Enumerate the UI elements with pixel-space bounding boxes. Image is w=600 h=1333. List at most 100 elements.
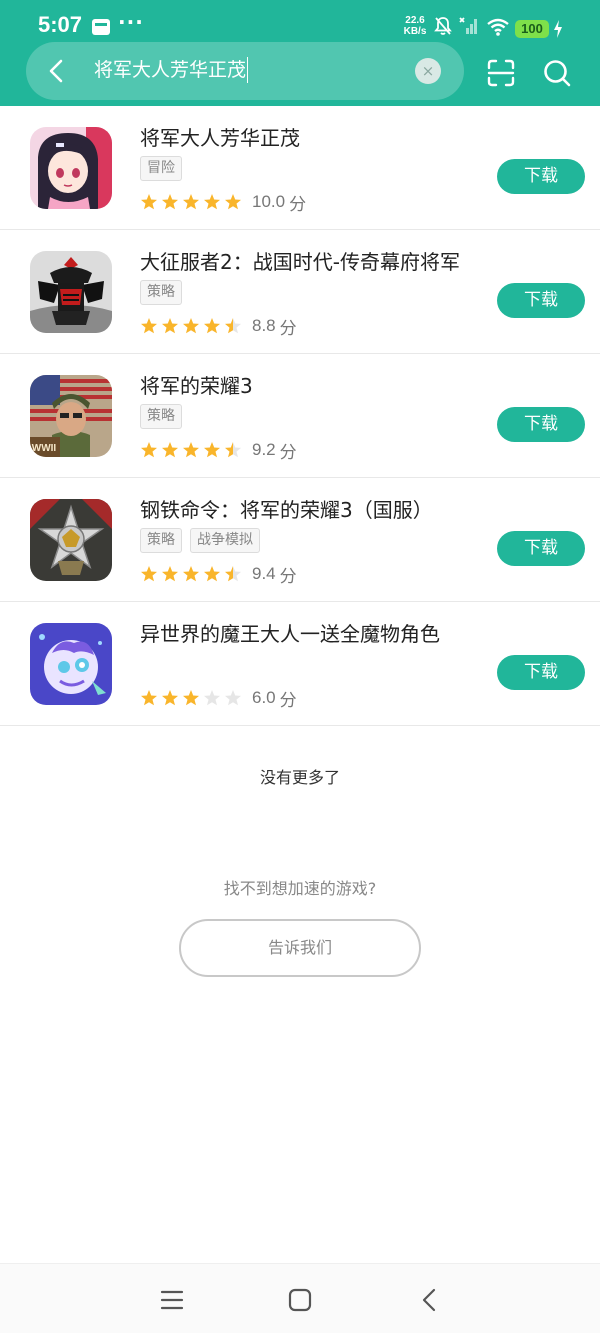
- star-full-icon: [204, 566, 220, 582]
- signal-icon: [459, 17, 477, 34]
- game-tag: 策略: [140, 528, 182, 553]
- star-rating: [140, 317, 242, 335]
- not-found-prompt: 找不到想加速的游戏?: [223, 879, 377, 898]
- game-tag: 策略: [140, 404, 182, 429]
- star-half-icon: [225, 566, 241, 582]
- star-full-icon: [183, 318, 199, 334]
- game-tags: 策略 战争模拟: [140, 528, 260, 554]
- star-full-icon: [162, 318, 178, 334]
- game-score: 9.2: [252, 440, 276, 459]
- game-title[interactable]: 将军大人芳华正茂: [140, 122, 300, 151]
- game-rating: 9.4 分: [140, 562, 297, 587]
- scan-icon[interactable]: [486, 58, 516, 88]
- star-full-icon: [162, 442, 178, 458]
- game-tags: 冒险: [140, 156, 182, 182]
- star-full-icon: [141, 442, 157, 458]
- game-tag: 冒险: [140, 156, 182, 181]
- more-notifications-icon: ···: [118, 10, 144, 34]
- score-unit: 分: [279, 566, 297, 587]
- status-time: 5:07: [38, 12, 83, 37]
- game-tag: 战争模拟: [190, 528, 260, 553]
- score-unit: 分: [289, 194, 307, 215]
- score-unit: 分: [279, 318, 297, 339]
- star-rating: [140, 565, 242, 583]
- charging-icon: [554, 20, 562, 38]
- nav-back-icon[interactable]: [418, 1288, 442, 1312]
- search-box[interactable]: 将军大人芳华正茂 ×: [26, 42, 464, 100]
- samurai-helmet-icon[interactable]: [30, 251, 112, 333]
- game-title[interactable]: 异世界的魔王大人一送全魔物角色: [140, 618, 440, 647]
- game-list-item[interactable]: WWII 将军的荣耀3 策略 9.2 分 下载: [0, 354, 600, 478]
- star-full-icon: [204, 318, 220, 334]
- system-nav-bar: [0, 1263, 600, 1333]
- game-tags: 策略: [140, 280, 182, 306]
- status-bar: 5:07 ··· 22.6 KB/s 100: [0, 0, 600, 40]
- star-full-icon: [204, 194, 220, 210]
- star-half-icon: [225, 318, 241, 334]
- game-title[interactable]: 钢铁命令：将军的荣耀3（国服）: [140, 494, 433, 523]
- star-full-icon: [162, 566, 178, 582]
- icon-label-wwii: WWII: [32, 443, 57, 454]
- game-title[interactable]: 将军的荣耀3: [140, 370, 253, 399]
- game-score: 8.8: [252, 316, 276, 335]
- ww2-general-icon[interactable]: WWII: [30, 375, 112, 457]
- star-empty-icon: [225, 690, 241, 706]
- back-icon[interactable]: [44, 58, 70, 84]
- star-full-icon: [183, 690, 199, 706]
- game-rating: 10.0 分: [140, 190, 307, 215]
- network-speed-unit: KB/s: [403, 26, 427, 37]
- star-empty-icon: [204, 690, 220, 706]
- game-score: 9.4: [252, 564, 276, 583]
- download-button[interactable]: 下载: [497, 655, 585, 690]
- network-speed: 22.6 KB/s: [398, 15, 432, 37]
- star-full-icon: [141, 566, 157, 582]
- military-medal-icon[interactable]: [30, 499, 112, 581]
- network-speed-value: 22.6: [405, 15, 425, 26]
- star-full-icon: [141, 194, 157, 210]
- game-list-item[interactable]: 异世界的魔王大人一送全魔物角色 6.0 分 下载: [0, 602, 600, 726]
- search-input[interactable]: 将军大人芳华正茂: [94, 57, 249, 83]
- star-full-icon: [141, 690, 157, 706]
- score-unit: 分: [279, 442, 297, 463]
- game-title[interactable]: 大征服者2：战国时代-传奇幕府将军: [140, 246, 460, 275]
- wifi-icon: [487, 18, 509, 36]
- game-rating: 8.8 分: [140, 314, 297, 339]
- star-rating: [140, 689, 242, 707]
- home-icon[interactable]: [288, 1288, 312, 1312]
- star-full-icon: [141, 318, 157, 334]
- search-icon[interactable]: [542, 58, 572, 88]
- notification-app-icon: [92, 19, 110, 35]
- battery-level: 100: [515, 20, 549, 38]
- download-button[interactable]: 下载: [497, 531, 585, 566]
- game-tags: 策略: [140, 404, 182, 430]
- star-full-icon: [183, 442, 199, 458]
- game-rating: 9.2 分: [140, 438, 297, 463]
- game-score: 6.0: [252, 688, 276, 707]
- monster-character-icon[interactable]: [30, 623, 112, 705]
- star-full-icon: [225, 194, 241, 210]
- star-rating: [140, 193, 242, 211]
- bell-off-icon: [434, 17, 452, 35]
- star-full-icon: [204, 442, 220, 458]
- star-half-icon: [225, 442, 241, 458]
- star-full-icon: [162, 690, 178, 706]
- star-full-icon: [183, 194, 199, 210]
- no-more-text: 没有更多了: [259, 768, 340, 787]
- game-rating: 6.0 分: [140, 686, 297, 711]
- download-button[interactable]: 下载: [497, 407, 585, 442]
- recent-apps-icon[interactable]: [160, 1288, 184, 1312]
- header: 5:07 ··· 22.6 KB/s 100 将军大人芳华正茂 ×: [0, 0, 600, 106]
- download-button[interactable]: 下载: [497, 283, 585, 318]
- download-button[interactable]: 下载: [497, 159, 585, 194]
- game-list-item[interactable]: 将军大人芳华正茂 冒险 10.0 分 下载: [0, 106, 600, 230]
- star-rating: [140, 441, 242, 459]
- game-tag: 策略: [140, 280, 182, 305]
- game-list-item[interactable]: 大征服者2：战国时代-传奇幕府将军 策略 8.8 分 下载: [0, 230, 600, 354]
- game-list-item[interactable]: 钢铁命令：将军的荣耀3（国服） 策略 战争模拟 9.4 分 下载: [0, 478, 600, 602]
- score-unit: 分: [279, 690, 297, 711]
- game-score: 10.0: [252, 192, 286, 211]
- tell-us-button[interactable]: 告诉我们: [179, 919, 421, 977]
- star-full-icon: [162, 194, 178, 210]
- anime-girl-icon[interactable]: [30, 127, 112, 209]
- clear-search-button[interactable]: ×: [415, 58, 441, 84]
